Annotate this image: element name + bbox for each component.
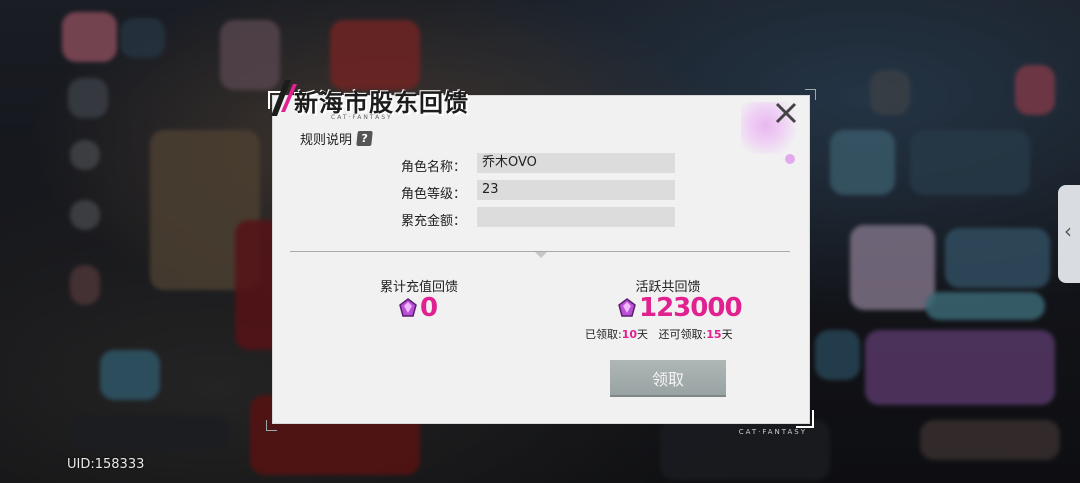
rules-link[interactable]: 规则说明 ? bbox=[300, 129, 373, 148]
remain-days: 15 bbox=[706, 328, 722, 341]
rules-label: 规则说明 bbox=[300, 133, 353, 148]
claimed-prefix: 已领取: bbox=[585, 328, 622, 341]
close-icon[interactable] bbox=[773, 100, 799, 126]
remain-suffix: 天 bbox=[721, 328, 733, 341]
total-recharge-field bbox=[477, 207, 675, 227]
field-label: 角色等级： bbox=[400, 187, 466, 202]
frame-corner-bottom-right bbox=[796, 410, 814, 428]
gem-icon bbox=[618, 298, 636, 317]
dialog-subtitle: CAT·FANTASY bbox=[331, 114, 393, 121]
divider-notch bbox=[535, 252, 547, 258]
field-label: 角色名称： bbox=[400, 160, 466, 175]
frame-corner-top-right bbox=[805, 89, 816, 100]
claimed-suffix: 天 bbox=[637, 328, 649, 341]
active-reward-amount: 123000 bbox=[616, 293, 743, 323]
recharge-amount-value: 0 bbox=[420, 293, 438, 323]
claim-button[interactable]: 领取 bbox=[610, 360, 726, 395]
side-arrow-icon: ‹ bbox=[1064, 219, 1072, 243]
question-icon: ? bbox=[356, 131, 373, 146]
frame-corner-bottom-left bbox=[266, 420, 277, 431]
side-expand-tab[interactable]: ‹ bbox=[1058, 185, 1080, 283]
player-uid: UID:158333 bbox=[67, 457, 145, 472]
character-name-field: 乔木OVO bbox=[477, 153, 675, 173]
claimed-days: 10 bbox=[621, 328, 638, 341]
field-row-character-level: 角色等级： 23 bbox=[273, 180, 809, 202]
remain-prefix: 还可领取: bbox=[658, 328, 707, 341]
recharge-reward-amount: 0 bbox=[397, 293, 438, 323]
claim-progress: 已领取:10天 还可领取:15天 bbox=[585, 326, 733, 342]
field-row-character-name: 角色名称： 乔木OVO bbox=[273, 153, 809, 175]
dialog-title: 新海市股东回馈 bbox=[294, 89, 469, 117]
active-amount-value: 123000 bbox=[639, 293, 743, 323]
gem-icon bbox=[399, 298, 417, 317]
shareholder-reward-dialog: 新海市股东回馈 CAT·FANTASY 规则说明 ? 角色名称： 乔木OVO 角… bbox=[266, 80, 816, 436]
brand-logo-text: CAT·FANTASY bbox=[738, 428, 807, 436]
field-label: 累充金额： bbox=[400, 214, 466, 229]
character-level-field: 23 bbox=[477, 180, 675, 200]
field-row-total-recharge: 累充金额： bbox=[273, 207, 809, 229]
